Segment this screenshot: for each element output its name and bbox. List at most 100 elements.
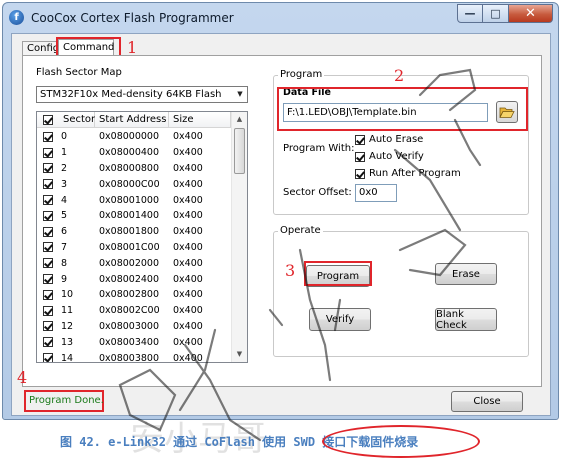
sector-checkbox[interactable]: [43, 179, 53, 190]
flash-sector-map-label: Flash Sector Map: [36, 67, 122, 78]
size-cell: 0x400: [173, 178, 203, 190]
table-row[interactable]: 11 0x08002C00 0x400: [37, 303, 231, 319]
table-row[interactable]: 14 0x08003800 0x400: [37, 350, 231, 362]
tab-config[interactable]: Config: [22, 41, 59, 56]
scrollbar-thumb[interactable]: [234, 128, 245, 174]
blank-check-button[interactable]: Blank Check: [435, 308, 497, 331]
title-bar[interactable]: f CooCox Cortex Flash Programmer — □ ✕: [3, 3, 558, 33]
start-address-cell: 0x08000C00: [99, 178, 160, 190]
auto-verify-checkbox[interactable]: [355, 151, 365, 162]
start-address-cell: 0x08001C00: [99, 241, 160, 253]
size-cell: 0x400: [173, 289, 203, 301]
program-group-title: Program: [278, 69, 325, 80]
sector-list[interactable]: Sector Start Address Size 0 0x08000000 0x4…: [36, 111, 248, 363]
annotation-box-3: [304, 261, 372, 286]
sector-checkbox[interactable]: [43, 258, 53, 269]
minimize-button[interactable]: —: [457, 4, 483, 23]
sector-cell: 12: [37, 321, 95, 332]
table-row[interactable]: 4 0x08001000 0x400: [37, 192, 231, 208]
table-row[interactable]: 0 0x08000000 0x400: [37, 129, 231, 145]
scroll-down-icon[interactable]: ▼: [232, 347, 247, 362]
sector-number: 2: [61, 162, 68, 174]
sector-checkbox[interactable]: [43, 147, 53, 158]
start-address-cell: 0x08001800: [99, 226, 160, 238]
operate-group-title: Operate: [278, 225, 323, 236]
maximize-button[interactable]: □: [483, 4, 509, 23]
sector-list-header: Sector Start Address Size: [37, 112, 231, 128]
chevron-down-icon: ▼: [237, 90, 243, 98]
sector-checkbox[interactable]: [43, 353, 53, 362]
select-all-checkbox[interactable]: [43, 114, 53, 125]
table-row[interactable]: 2 0x08000800 0x400: [37, 161, 231, 177]
option-auto-verify[interactable]: Auto Verify: [355, 151, 424, 162]
column-header-size[interactable]: Size: [169, 112, 231, 128]
sector-number: 0: [61, 131, 68, 143]
table-row[interactable]: 7 0x08001C00 0x400: [37, 240, 231, 256]
size-cell: 0x400: [173, 226, 203, 238]
sector-checkbox[interactable]: [43, 210, 53, 221]
device-select[interactable]: STM32F10x Med-density 64KB Flash ▼: [36, 86, 248, 103]
flash-programmer-window: f CooCox Cortex Flash Programmer — □ ✕ C…: [2, 2, 559, 420]
sector-cell: 0: [37, 131, 95, 142]
size-cell: 0x400: [173, 257, 203, 269]
sector-cell: 5: [37, 210, 95, 221]
option-run-after-program[interactable]: Run After Program: [355, 168, 461, 179]
size-cell: 0x400: [173, 131, 203, 143]
table-row[interactable]: 5 0x08001400 0x400: [37, 208, 231, 224]
erase-button[interactable]: Erase: [435, 263, 497, 285]
app-icon: f: [9, 10, 24, 25]
client-area: Config Command 1 Flash Sector Map STM32F…: [11, 33, 551, 416]
sector-list-scrollbar[interactable]: ▲ ▼: [231, 112, 247, 362]
table-row[interactable]: 1 0x08000400 0x400: [37, 145, 231, 161]
sector-cell: 1: [37, 147, 95, 158]
window-title: CooCox Cortex Flash Programmer: [31, 11, 234, 25]
sector-checkbox[interactable]: [43, 195, 53, 206]
table-row[interactable]: 8 0x08002000 0x400: [37, 255, 231, 271]
sector-cell: 4: [37, 195, 95, 206]
sector-number: 13: [61, 336, 74, 348]
table-row[interactable]: 12 0x08003000 0x400: [37, 319, 231, 335]
sector-cell: 11: [37, 305, 95, 316]
sector-checkbox[interactable]: [43, 305, 53, 316]
start-address-cell: 0x08000800: [99, 162, 160, 174]
table-row[interactable]: 9 0x08002400 0x400: [37, 271, 231, 287]
table-row[interactable]: 10 0x08002800 0x400: [37, 287, 231, 303]
device-select-value: STM32F10x Med-density 64KB Flash: [40, 89, 222, 100]
sector-offset-input[interactable]: 0x0: [355, 184, 397, 202]
sector-checkbox[interactable]: [43, 226, 53, 237]
table-row[interactable]: 6 0x08001800 0x400: [37, 224, 231, 240]
column-header-sector[interactable]: Sector: [37, 112, 95, 128]
close-window-button[interactable]: ✕: [509, 4, 553, 23]
column-header-start-address[interactable]: Start Address: [95, 112, 169, 128]
start-address-cell: 0x08000000: [99, 131, 160, 143]
sector-checkbox[interactable]: [43, 131, 53, 142]
sector-number: 10: [61, 289, 74, 301]
close-button[interactable]: Close: [451, 391, 523, 412]
sector-checkbox[interactable]: [43, 337, 53, 348]
sector-checkbox[interactable]: [43, 274, 53, 285]
verify-button[interactable]: Verify: [309, 308, 371, 331]
sector-cell: 3: [37, 179, 95, 190]
size-cell: 0x400: [173, 162, 203, 174]
sector-number: 8: [61, 257, 68, 269]
sector-cell: 7: [37, 242, 95, 253]
sector-checkbox[interactable]: [43, 163, 53, 174]
sector-number: 9: [61, 273, 68, 285]
scroll-up-icon[interactable]: ▲: [232, 112, 247, 127]
size-cell: 0x400: [173, 194, 203, 206]
sector-number: 6: [61, 226, 68, 238]
status-message: Program Done.: [29, 395, 104, 406]
run-after-program-checkbox[interactable]: [355, 168, 365, 179]
sector-checkbox[interactable]: [43, 242, 53, 253]
table-row[interactable]: 13 0x08003400 0x400: [37, 334, 231, 350]
option-auto-erase[interactable]: Auto Erase: [355, 134, 423, 145]
sector-checkbox[interactable]: [43, 289, 53, 300]
start-address-cell: 0x08000400: [99, 147, 160, 159]
window-controls: — □ ✕: [457, 4, 553, 23]
table-row[interactable]: 3 0x08000C00 0x400: [37, 176, 231, 192]
size-cell: 0x400: [173, 241, 203, 253]
sector-checkbox[interactable]: [43, 321, 53, 332]
caption-highlight-oval: [322, 425, 480, 458]
start-address-cell: 0x08003400: [99, 336, 160, 348]
auto-erase-checkbox[interactable]: [355, 134, 365, 145]
